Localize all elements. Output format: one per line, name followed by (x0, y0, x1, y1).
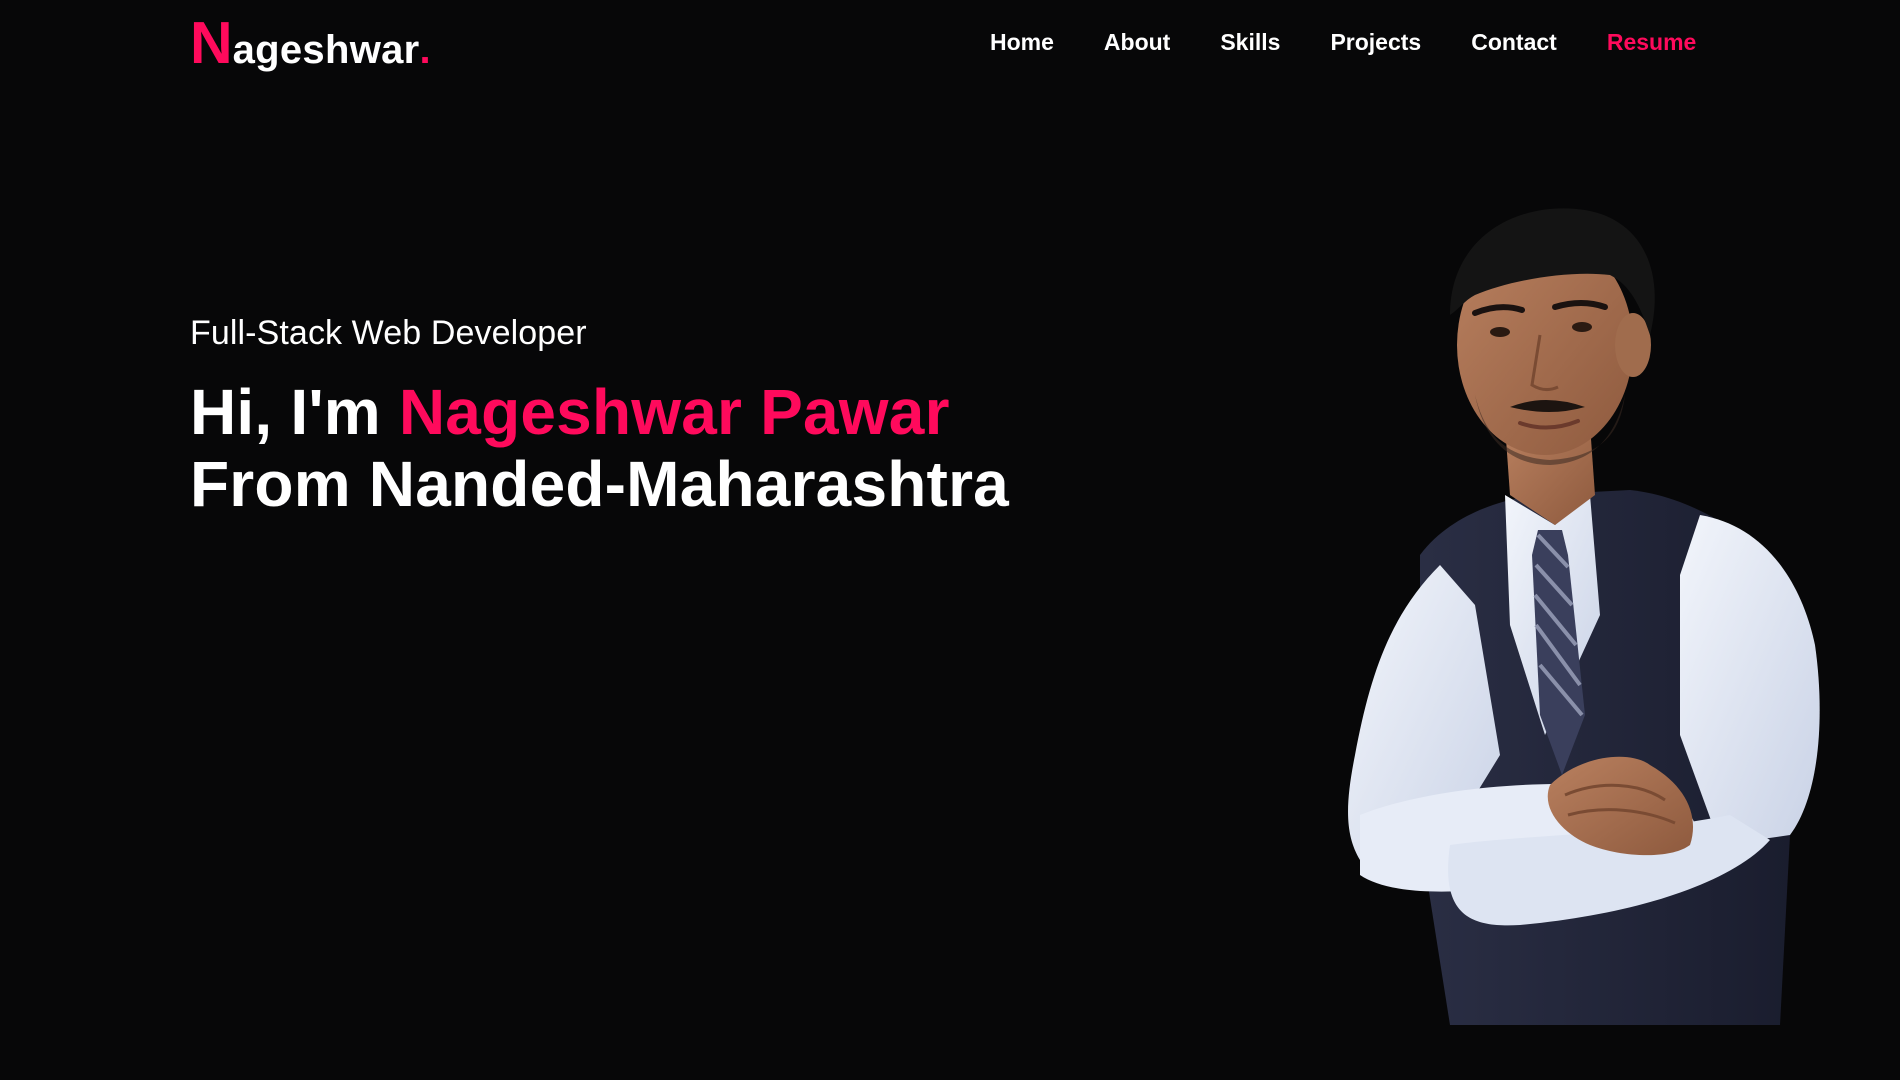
hero-name: Nageshwar Pawar (398, 376, 950, 448)
nav-contact[interactable]: Contact (1471, 28, 1557, 56)
logo-dot: . (419, 28, 431, 72)
logo-text: ageshwar (232, 28, 420, 72)
profile-photo (1300, 195, 1860, 1025)
hero-greeting: Hi, I'm (190, 376, 399, 448)
hero-title: Hi, I'm Nageshwar Pawar From Nanded-Maha… (190, 376, 1009, 520)
nav-home[interactable]: Home (990, 28, 1054, 56)
nav-skills[interactable]: Skills (1220, 28, 1280, 56)
person-photo-illustration (1348, 208, 1820, 1025)
site-header: Nageshwar. Home About Skills Projects Co… (0, 0, 1900, 100)
hero-subtitle: Full-Stack Web Developer (190, 314, 587, 352)
hero-location: From Nanded-Maharashtra (190, 448, 1009, 520)
nav-projects[interactable]: Projects (1330, 28, 1421, 56)
logo-link[interactable]: Nageshwar. (190, 14, 431, 73)
nav-about[interactable]: About (1104, 28, 1170, 56)
main-nav: Home About Skills Projects Contact Resum… (990, 28, 1696, 56)
nav-resume[interactable]: Resume (1607, 28, 1696, 56)
logo-initial: N (190, 10, 233, 76)
